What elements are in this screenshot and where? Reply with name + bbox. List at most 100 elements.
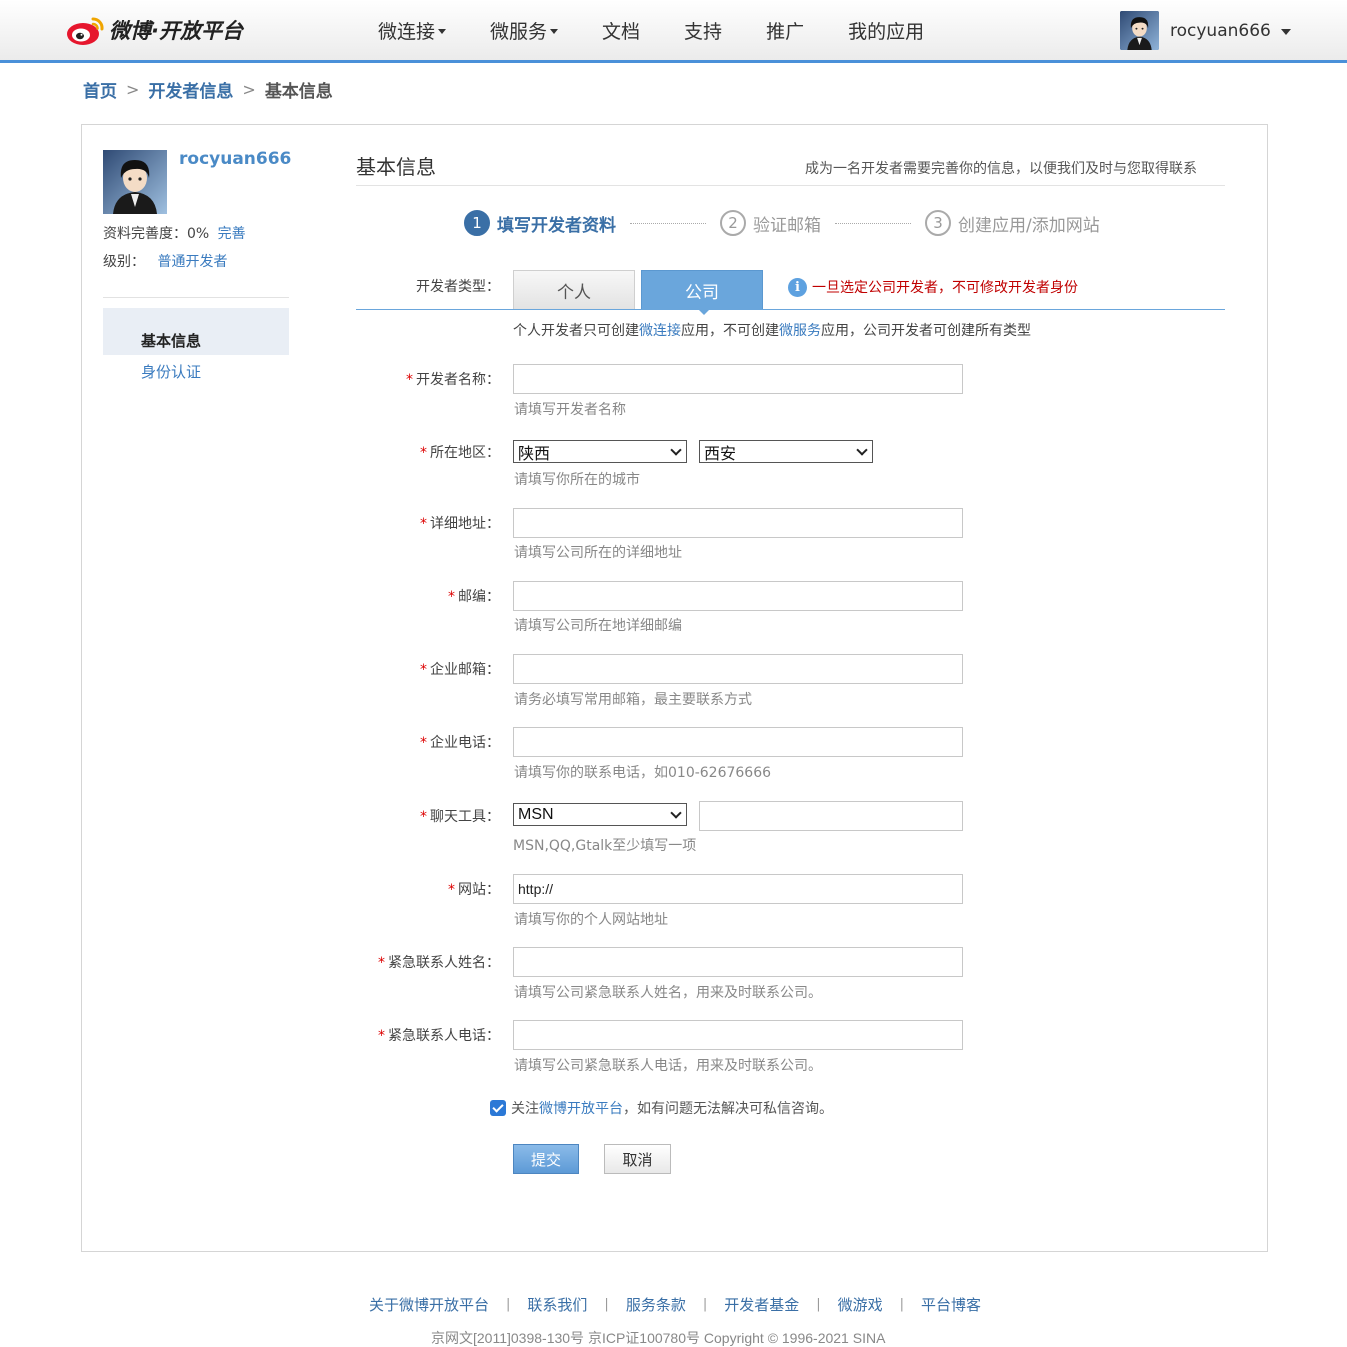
profile-username-link[interactable]: rocyuan666 bbox=[179, 149, 291, 169]
company-phone-label: * 企业电话： bbox=[420, 735, 500, 751]
footer-separator: | bbox=[702, 1297, 708, 1312]
postcode-label: * 邮编： bbox=[448, 589, 500, 605]
follow-platform-row: 关注 微博开放平台 ，如有问题无法解决可私信咨询。 bbox=[490, 1098, 833, 1118]
warning-text: 一旦选定公司开发者，不可修改开发者身份 bbox=[812, 280, 1078, 296]
weibo-open-platform-link[interactable]: 微博开放平台 bbox=[539, 1098, 623, 1118]
region-label: * 所在地区： bbox=[420, 445, 500, 461]
footer-separator: | bbox=[506, 1297, 511, 1312]
completeness-label: 资料完善度： bbox=[103, 226, 187, 242]
breadcrumb-developer-info-link[interactable]: 开发者信息 bbox=[148, 77, 233, 102]
logo-text: 微博·开放平台 bbox=[109, 19, 243, 43]
nav-item-docs[interactable]: 文档 bbox=[602, 17, 640, 44]
weifuwu-link[interactable]: 微服务 bbox=[779, 323, 821, 339]
sidebar-item-basic-info[interactable]: 基本信息 bbox=[103, 308, 289, 355]
tab-company[interactable]: 公司 bbox=[641, 270, 763, 315]
footer-separator: | bbox=[604, 1297, 609, 1312]
complete-profile-link[interactable]: 完善 bbox=[218, 226, 246, 242]
avatar bbox=[1120, 11, 1159, 50]
company-email-input[interactable] bbox=[513, 654, 963, 684]
weilianjie-link[interactable]: 微连接 bbox=[639, 323, 681, 339]
breadcrumb-separator: > bbox=[242, 80, 256, 99]
breadcrumb: 首页 > 开发者信息 > 基本信息 bbox=[83, 77, 333, 102]
emergency-contact-name-input[interactable] bbox=[513, 947, 963, 977]
chat-tool-label: * 聊天工具： bbox=[420, 809, 500, 825]
footer-separator: | bbox=[816, 1297, 821, 1312]
profile-avatar[interactable] bbox=[103, 150, 167, 214]
address-input[interactable] bbox=[513, 508, 963, 538]
chat-tool-select[interactable]: MSN bbox=[513, 803, 687, 826]
developer-name-hint: 请填写开发者名称 bbox=[514, 402, 626, 418]
breadcrumb-separator: > bbox=[126, 80, 140, 99]
footer-link-terms[interactable]: 服务条款 bbox=[626, 1294, 686, 1315]
emergency-contact-phone-label: * 紧急联系人电话： bbox=[378, 1028, 500, 1044]
submit-button[interactable]: 提交 bbox=[513, 1144, 579, 1174]
step-label: 创建应用/添加网站 bbox=[958, 215, 1100, 236]
caret-down-icon bbox=[550, 28, 559, 34]
developer-name-input[interactable] bbox=[513, 364, 963, 394]
user-menu[interactable]: rocyuan666 bbox=[1120, 11, 1291, 50]
nav-item-my-apps[interactable]: 我的应用 bbox=[848, 17, 924, 44]
nav-item-weifuwu[interactable]: 微服务 bbox=[490, 17, 559, 44]
tab-personal[interactable]: 个人 bbox=[513, 270, 635, 309]
profile-completeness: 资料完善度：0% 完善 bbox=[103, 223, 246, 243]
nav-label: 支持 bbox=[684, 20, 723, 43]
footer-link-developer-fund[interactable]: 开发者基金 bbox=[724, 1294, 799, 1315]
follow-checkbox[interactable] bbox=[490, 1100, 506, 1116]
sidebar-item-identity-verification[interactable]: 身份认证 bbox=[141, 361, 201, 382]
note-text: 应用，不可创建 bbox=[681, 323, 779, 339]
company-phone-hint: 请填写你的联系电话，如010-62676666 bbox=[514, 765, 772, 781]
breadcrumb-home-link[interactable]: 首页 bbox=[83, 77, 117, 102]
city-value: 西安 bbox=[704, 445, 737, 463]
developer-name-label: * 开发者名称： bbox=[406, 372, 500, 388]
note-text: 应用，公司开发者可创建所有类型 bbox=[821, 323, 1031, 339]
address-label: * 详细地址： bbox=[420, 516, 500, 532]
nav-item-promotion[interactable]: 推广 bbox=[766, 17, 804, 44]
info-icon: i bbox=[788, 277, 807, 297]
step-connector bbox=[835, 222, 911, 224]
chat-tool-value: MSN bbox=[518, 805, 554, 823]
footer-link-games[interactable]: 微游戏 bbox=[838, 1294, 883, 1315]
company-warning: i 一旦选定公司开发者，不可修改开发者身份 bbox=[788, 277, 1078, 297]
nav-item-weilianjie[interactable]: 微连接 bbox=[378, 17, 447, 44]
username: rocyuan666 bbox=[1170, 20, 1271, 41]
follow-text: ，如有问题无法解决可私信咨询。 bbox=[623, 1101, 833, 1117]
step-2: 2 验证邮箱 bbox=[720, 210, 821, 236]
sidebar-item-label: 基本信息 bbox=[141, 332, 202, 350]
emergency-contact-phone-hint: 请填写公司紧急联系人电话，用来及时联系公司。 bbox=[514, 1058, 822, 1074]
step-label: 填写开发者资料 bbox=[497, 215, 616, 236]
nav-label: 微服务 bbox=[490, 20, 548, 43]
city-select[interactable]: 西安 bbox=[699, 440, 873, 463]
caret-down-icon bbox=[438, 28, 447, 34]
chevron-down-icon bbox=[670, 444, 682, 456]
website-label: * 网站： bbox=[448, 882, 500, 898]
website-input[interactable] bbox=[513, 874, 963, 904]
note-text: 个人开发者只可创建 bbox=[513, 323, 639, 339]
top-navigation-bar: 微博·开放平台 微连接 微服务 文档 支持 推广 我的应用 rocyuan666 bbox=[0, 0, 1347, 63]
cancel-button[interactable]: 取消 bbox=[604, 1144, 671, 1174]
step-number: 3 bbox=[925, 210, 951, 236]
footer-separator: | bbox=[899, 1297, 905, 1312]
step-1: 1 填写开发者资料 bbox=[464, 210, 616, 236]
emergency-contact-phone-input[interactable] bbox=[513, 1020, 963, 1050]
profile-level: 级别： 普通开发者 bbox=[103, 251, 227, 271]
nav-item-support[interactable]: 支持 bbox=[684, 17, 722, 44]
weibo-logo-icon bbox=[66, 13, 106, 47]
province-value: 陕西 bbox=[518, 445, 551, 463]
nav-label: 我的应用 bbox=[848, 20, 925, 43]
footer-link-about[interactable]: 关于微博开放平台 bbox=[369, 1294, 489, 1315]
address-hint: 请填写公司所在的详细地址 bbox=[514, 545, 682, 561]
postcode-input[interactable] bbox=[513, 581, 963, 611]
level-label: 级别： bbox=[103, 254, 145, 270]
company-email-hint: 请务必填写常用邮箱，最主要联系方式 bbox=[514, 692, 752, 708]
breadcrumb-current: 基本信息 bbox=[264, 82, 333, 102]
company-phone-input[interactable] bbox=[513, 727, 963, 757]
chat-tool-account-input[interactable] bbox=[699, 801, 963, 831]
step-3: 3 创建应用/添加网站 bbox=[925, 210, 1100, 236]
province-select[interactable]: 陕西 bbox=[513, 440, 687, 463]
level-link[interactable]: 普通开发者 bbox=[157, 254, 227, 270]
footer-link-blog[interactable]: 平台博客 bbox=[921, 1294, 981, 1315]
footer-link-contact[interactable]: 联系我们 bbox=[527, 1294, 587, 1315]
content-note: 成为一名开发者需要完善你的信息，以便我们及时与您取得联系 bbox=[805, 161, 1197, 177]
caret-down-icon bbox=[1280, 28, 1291, 35]
weibo-open-platform-logo[interactable]: 微博·开放平台 bbox=[66, 12, 243, 48]
